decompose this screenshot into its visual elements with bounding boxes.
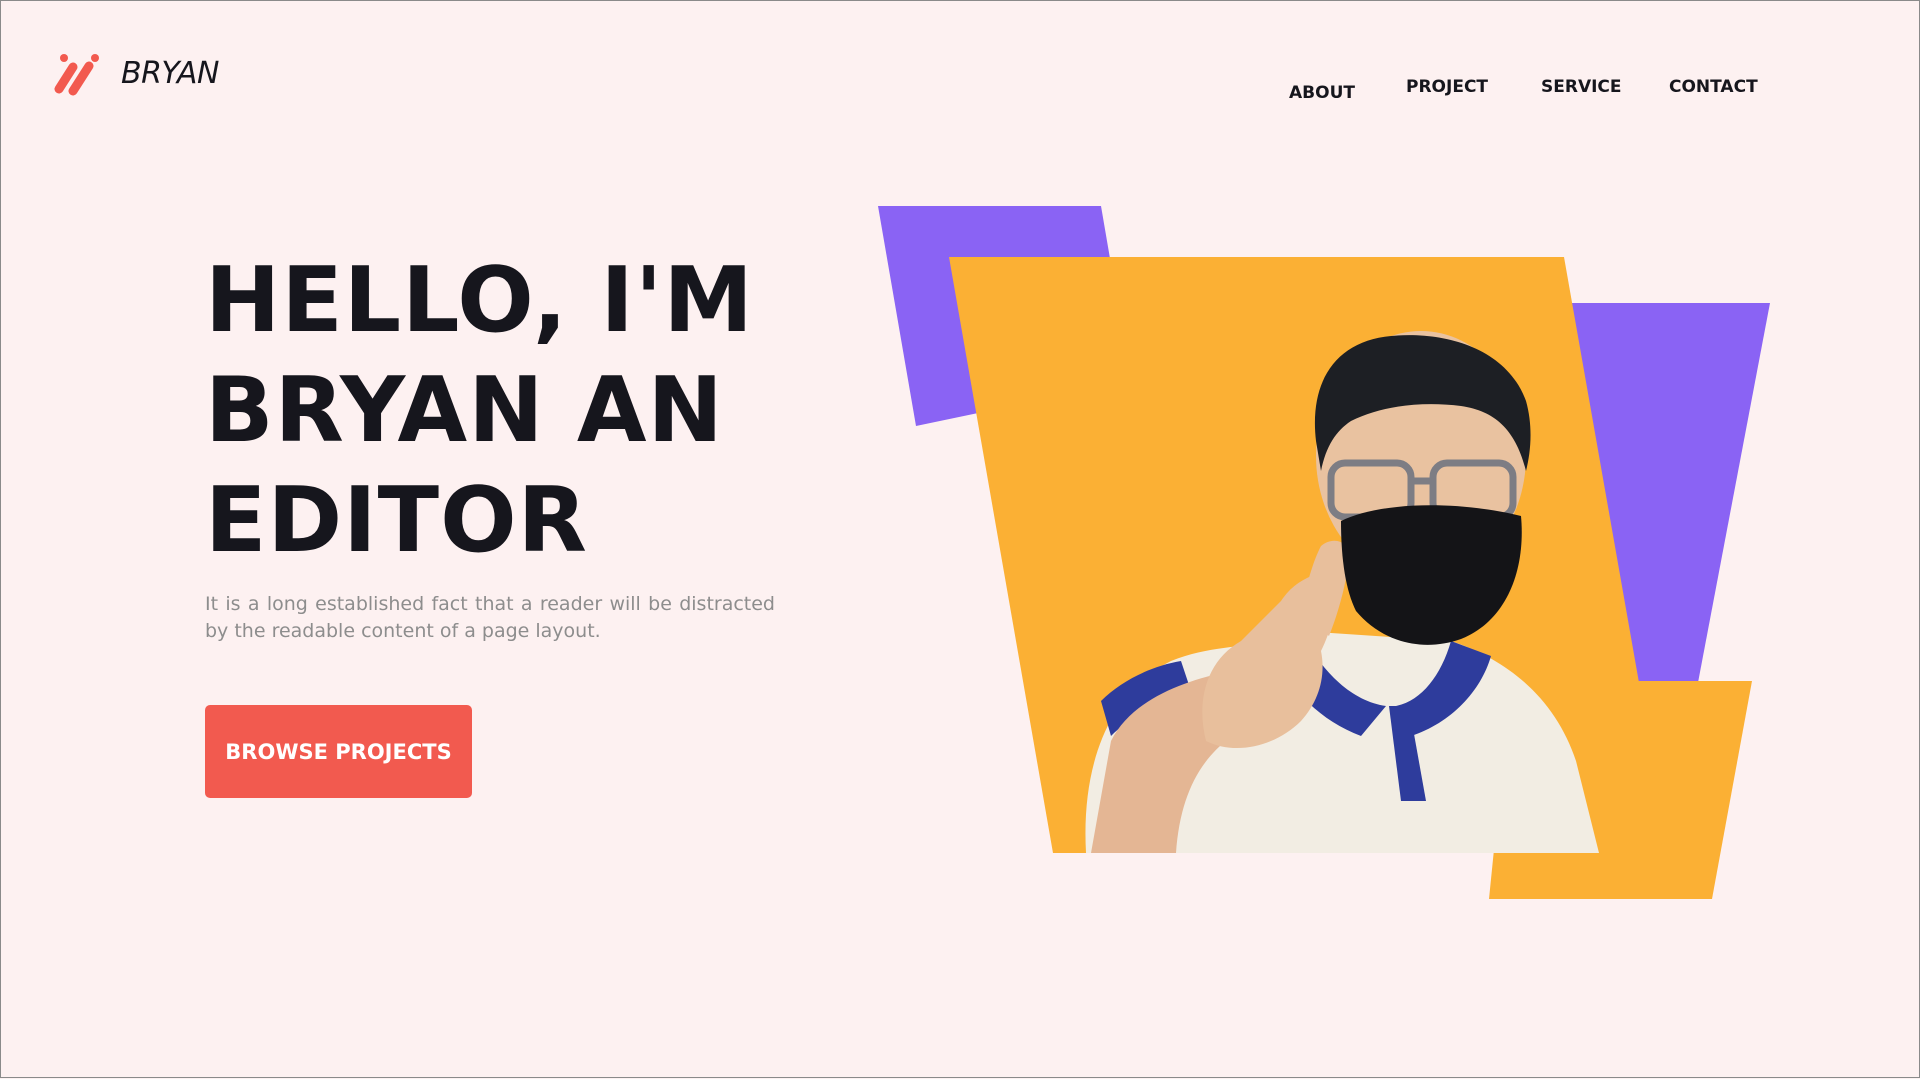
shirt-placket bbox=[1389, 706, 1426, 801]
face-mask bbox=[1341, 505, 1522, 645]
brand-logo[interactable]: BRYAN bbox=[49, 49, 219, 97]
orange-shape-bottom bbox=[1489, 681, 1752, 899]
nav-project-link[interactable]: PROJECT bbox=[1406, 77, 1488, 97]
collar-right bbox=[1396, 641, 1491, 736]
thumbs-up-hand bbox=[1202, 561, 1341, 749]
hero-title: HELLO, I'M BRYAN AN EDITOR bbox=[205, 246, 905, 576]
hair bbox=[1314, 335, 1531, 471]
hero-description: It is a long established fact that a rea… bbox=[205, 593, 775, 642]
main-nav: ABOUT PROJECT SERVICE CONTACT bbox=[1241, 75, 1801, 105]
purple-shape-right bbox=[1571, 303, 1770, 846]
glasses-left-lens bbox=[1327, 459, 1415, 521]
logo-icon bbox=[54, 54, 99, 96]
thumb bbox=[1301, 540, 1349, 636]
nav-about-link[interactable]: ABOUT bbox=[1289, 83, 1355, 103]
collar-left bbox=[1271, 631, 1386, 736]
purple-shape-left bbox=[878, 206, 1131, 426]
portrait-photo bbox=[1085, 331, 1599, 853]
arm bbox=[1091, 671, 1261, 853]
browse-projects-button[interactable]: BROWSE PROJECTS bbox=[205, 705, 472, 798]
nav-contact-link[interactable]: CONTACT bbox=[1669, 77, 1758, 97]
glasses-right-lens bbox=[1429, 459, 1517, 521]
nav-service-link[interactable]: SERVICE bbox=[1541, 77, 1622, 97]
hero-title-line-2: BRYAN AN bbox=[205, 358, 724, 463]
hero-title-line-3: EDITOR bbox=[205, 468, 588, 573]
head bbox=[1316, 331, 1526, 581]
sleeve-stripe bbox=[1101, 661, 1191, 736]
orange-panel bbox=[949, 257, 1669, 853]
hero-title-line-1: HELLO, I'M bbox=[205, 248, 754, 353]
shirt bbox=[1085, 631, 1599, 853]
brand-name: BRYAN bbox=[121, 55, 219, 91]
